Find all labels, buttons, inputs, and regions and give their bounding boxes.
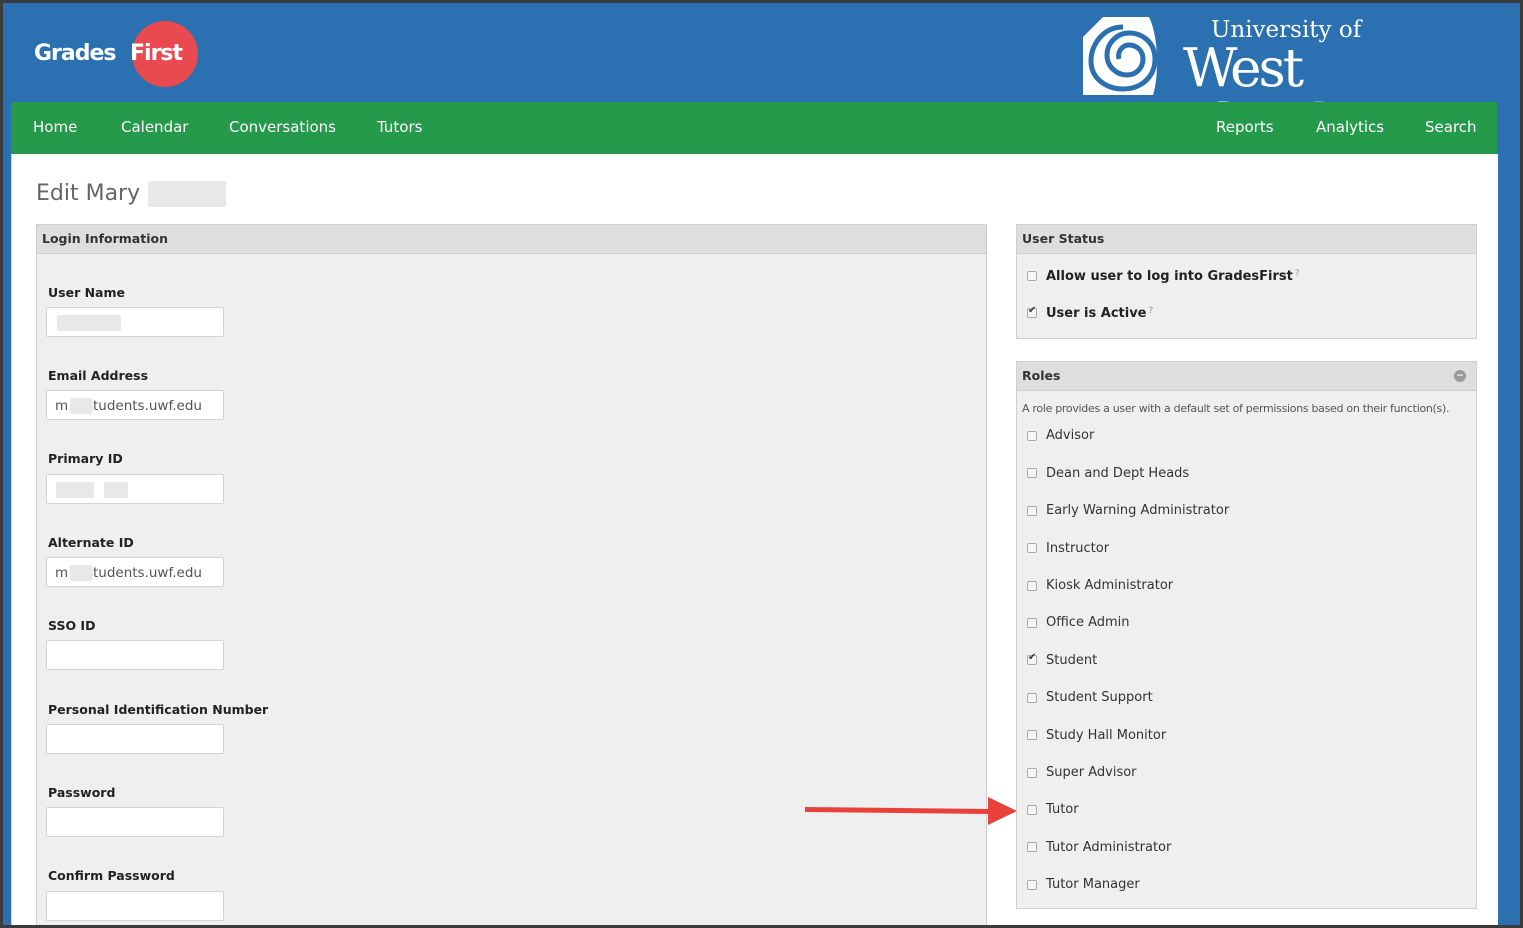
roles-header-text: Roles <box>1022 368 1061 383</box>
role-office-admin-checkbox[interactable] <box>1027 618 1037 628</box>
sso-id-label: SSO ID <box>48 618 96 633</box>
redacted-primary-id-b <box>104 482 128 498</box>
nav-search[interactable]: Search <box>1425 118 1477 136</box>
red-arrow-icon <box>805 797 1017 825</box>
role-tutor-manager-label: Tutor Manager <box>1046 877 1140 892</box>
logo-text-grades: Grades <box>34 41 117 66</box>
logo-text-first: First <box>130 41 183 66</box>
nav-tutors[interactable]: Tutors <box>377 118 422 136</box>
user-status-panel: User Status Allow user to log into Grade… <box>1016 224 1477 339</box>
role-tutor-label: Tutor <box>1046 802 1079 817</box>
password-input[interactable] <box>46 807 224 837</box>
confirm-password-label: Confirm Password <box>48 868 175 883</box>
role-student-checkbox[interactable] <box>1027 652 1037 665</box>
role-kiosk-checkbox[interactable] <box>1027 581 1037 591</box>
username-label: User Name <box>48 285 125 300</box>
role-early-warning-label: Early Warning Administrator <box>1046 503 1230 518</box>
redacted-username <box>57 315 121 331</box>
role-study-hall-label: Study Hall Monitor <box>1046 728 1167 743</box>
user-active-label: User is Active? <box>1046 306 1153 321</box>
role-instructor-label: Instructor <box>1046 541 1110 556</box>
role-study-hall-checkbox[interactable] <box>1027 730 1037 740</box>
user-active-label-text: User is Active <box>1046 306 1147 321</box>
nav-analytics[interactable]: Analytics <box>1316 118 1384 136</box>
user-active-checkbox[interactable] <box>1027 305 1037 318</box>
allow-login-label-text: Allow user to log into GradesFirst <box>1046 269 1293 284</box>
page-title: Edit Mary <box>36 181 140 206</box>
allow-login-label: Allow user to log into GradesFirst? <box>1046 269 1300 284</box>
role-student-label: Student <box>1046 653 1098 668</box>
role-tutor-checkbox[interactable] <box>1027 805 1037 815</box>
nav-conversations[interactable]: Conversations <box>229 118 336 136</box>
user-active-help-icon[interactable]: ? <box>1149 306 1154 316</box>
university-logo: University of West Florida <box>1083 15 1483 153</box>
role-instructor-checkbox[interactable] <box>1027 543 1037 553</box>
nav-home[interactable]: Home <box>33 118 77 136</box>
roles-description: A role provides a user with a default se… <box>1022 402 1450 415</box>
pin-label: Personal Identification Number <box>48 702 269 717</box>
role-super-advisor-checkbox[interactable] <box>1027 768 1037 778</box>
role-dean-checkbox[interactable] <box>1027 468 1037 478</box>
sso-id-input[interactable] <box>46 640 224 670</box>
redacted-surname <box>148 181 226 207</box>
redacted-primary-id-a <box>56 482 94 498</box>
role-office-admin-label: Office Admin <box>1046 615 1130 630</box>
pin-input[interactable] <box>46 724 224 754</box>
nav-reports[interactable]: Reports <box>1216 118 1274 136</box>
page-title-text: Edit Mary <box>36 181 141 206</box>
role-tutor-manager-checkbox[interactable] <box>1027 880 1037 890</box>
user-status-header: User Status <box>1017 225 1476 254</box>
role-student-support-checkbox[interactable] <box>1027 693 1037 703</box>
redacted-email <box>70 398 92 414</box>
nautilus-shell-icon <box>1083 17 1163 95</box>
role-advisor-checkbox[interactable] <box>1027 431 1037 441</box>
role-early-warning-checkbox[interactable] <box>1027 506 1037 516</box>
main-nav: Home Calendar Conversations Tutors Repor… <box>11 102 1497 154</box>
role-super-advisor-label: Super Advisor <box>1046 765 1137 780</box>
role-advisor-label: Advisor <box>1046 428 1095 443</box>
roles-panel: Roles − A role provides a user with a de… <box>1016 361 1477 909</box>
redacted-alternate-id <box>70 565 92 581</box>
confirm-password-input[interactable] <box>46 891 224 921</box>
allow-login-checkbox[interactable] <box>1027 271 1037 281</box>
role-student-support-label: Student Support <box>1046 690 1153 705</box>
main-content: Edit Mary Login Information User Name Em… <box>11 154 1498 925</box>
nav-calendar[interactable]: Calendar <box>121 118 188 136</box>
alternate-id-label: Alternate ID <box>48 535 134 550</box>
password-label: Password <box>48 785 116 800</box>
roles-header: Roles − <box>1017 362 1476 391</box>
allow-login-help-icon[interactable]: ? <box>1295 269 1300 279</box>
login-panel-header: Login Information <box>37 225 986 254</box>
role-kiosk-label: Kiosk Administrator <box>1046 578 1174 593</box>
app-window: Grades First University of West Florida … <box>3 3 1520 925</box>
collapse-icon[interactable]: − <box>1454 370 1466 382</box>
email-label: Email Address <box>48 368 149 383</box>
role-tutor-admin-checkbox[interactable] <box>1027 842 1037 852</box>
role-tutor-admin-label: Tutor Administrator <box>1046 840 1172 855</box>
gradesfirst-logo[interactable]: Grades First <box>32 21 212 87</box>
primary-id-label: Primary ID <box>48 451 123 466</box>
role-dean-label: Dean and Dept Heads <box>1046 466 1190 481</box>
